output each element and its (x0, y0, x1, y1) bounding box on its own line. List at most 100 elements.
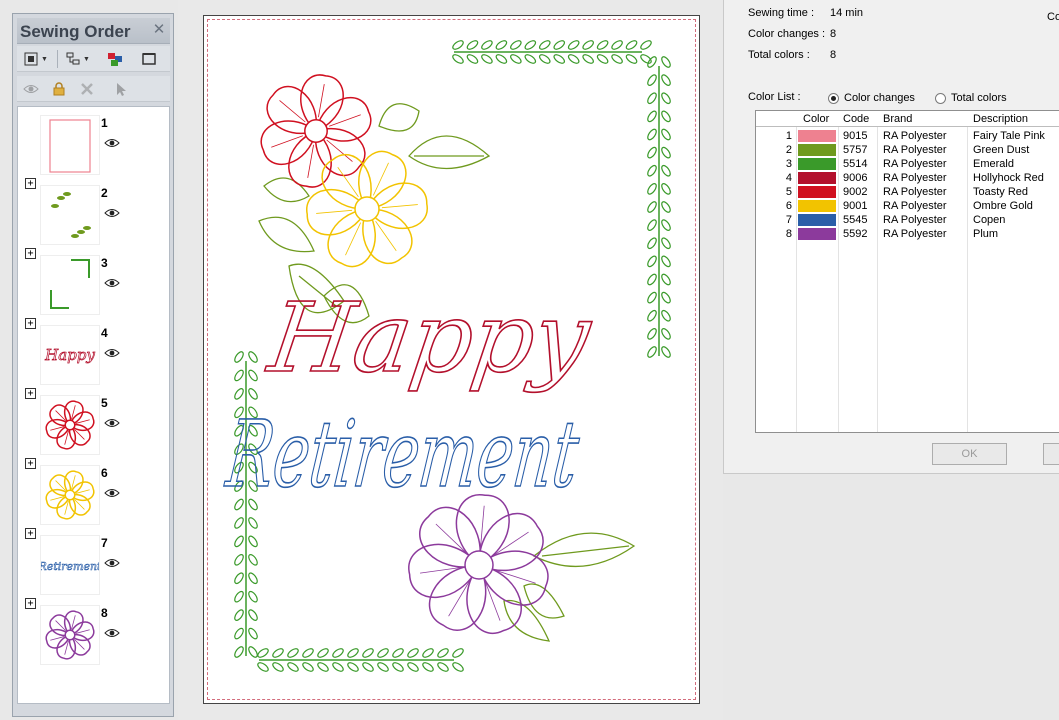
color-swatch (798, 158, 836, 170)
cell-code: 5757 (843, 144, 868, 156)
vine-leaf (647, 328, 657, 340)
eye-icon[interactable] (104, 487, 120, 499)
vine-leaf (567, 40, 580, 50)
leaf-cluster-bottom (503, 532, 636, 642)
expand-icon[interactable]: + (25, 528, 36, 539)
expand-icon[interactable]: + (25, 248, 36, 259)
color-swatch (798, 172, 836, 184)
vine-leaf (661, 183, 671, 195)
eye-icon[interactable] (104, 417, 120, 429)
color-changes-value: 8 (830, 28, 837, 40)
select-pointer-button[interactable] (113, 79, 129, 99)
eye-icon[interactable] (104, 557, 120, 569)
expand-icon[interactable]: + (25, 458, 36, 469)
table-row[interactable]: 1 9015 RA Polyester Fairy Tale Pink (756, 129, 1059, 143)
radio-indicator (828, 92, 839, 104)
header-code[interactable]: Code (843, 113, 869, 125)
sewing-time-label: Sewing time : (748, 7, 815, 19)
sequence-item[interactable]: + 8 (18, 597, 169, 667)
vine-leaf (647, 201, 657, 213)
vine-leaf (611, 40, 623, 50)
color-swatch (798, 144, 836, 156)
ok-button[interactable]: OK (932, 443, 1007, 465)
sequence-item[interactable]: + 3 (18, 247, 169, 317)
embroidery-hoop[interactable]: Happy Retirement (203, 15, 700, 704)
flower-plum (408, 494, 549, 634)
cell-brand: RA Polyester (883, 144, 947, 156)
vine-leaf (272, 662, 284, 672)
petal-vein (495, 569, 536, 584)
group-button[interactable]: ▼ (65, 49, 90, 69)
sewing-order-panel: Sewing Order ✕ ▼ ▼ 1 + 2 + 3 + Happy 4 +… (12, 13, 174, 717)
expand-icon[interactable]: + (25, 178, 36, 189)
frame-button[interactable] (141, 49, 157, 69)
expand-icon[interactable]: + (25, 318, 36, 329)
header-brand[interactable]: Brand (883, 113, 912, 125)
fit-view-button[interactable]: ▼ (23, 49, 48, 69)
expand-icon[interactable]: + (25, 388, 36, 399)
table-row[interactable]: 5 9002 RA Polyester Toasty Red (756, 185, 1059, 199)
petal-vein (316, 209, 353, 214)
table-row[interactable]: 7 5545 RA Polyester Copen (756, 213, 1059, 227)
petal-vein (329, 114, 361, 127)
vine-leaf (495, 54, 508, 64)
vine-leaf (234, 627, 244, 640)
item-thumbnail (40, 255, 100, 315)
vine-leaf (647, 92, 657, 105)
vine-leaf (510, 54, 522, 64)
vine-leaf (661, 164, 671, 177)
radio-indicator (935, 92, 946, 104)
eye-icon[interactable] (104, 207, 120, 219)
radio-color-changes[interactable]: Color changes (828, 92, 915, 104)
eye-icon[interactable] (104, 277, 120, 289)
cell-index: 6 (785, 200, 792, 212)
petal-vein (345, 222, 362, 256)
header-description[interactable]: Description (973, 113, 1028, 125)
color-sort-button[interactable] (107, 49, 123, 69)
sequence-item[interactable]: + 5 (18, 387, 169, 457)
panel-title: Sewing Order (20, 22, 131, 41)
flower-center (354, 196, 380, 222)
vine-leaf (234, 609, 244, 621)
item-number: 4 (101, 326, 108, 340)
sequence-item[interactable]: + 2 (18, 177, 169, 247)
vine-leaf (257, 662, 269, 672)
close-icon[interactable]: ✕ (151, 21, 167, 39)
table-row[interactable]: 8 5592 RA Polyester Plum (756, 227, 1059, 241)
vine-leaf (661, 146, 671, 159)
vine-leaf (625, 54, 638, 64)
cell-description: Hollyhock Red (973, 172, 1044, 184)
vine-leaf (596, 40, 609, 50)
visibility-button[interactable] (23, 79, 39, 99)
vine-leaf (647, 219, 657, 231)
eye-icon[interactable] (104, 347, 120, 359)
expand-icon[interactable]: + (25, 598, 36, 609)
eye-icon[interactable] (104, 627, 120, 639)
sequence-item[interactable]: + Happy 4 (18, 317, 169, 387)
cell-index: 5 (785, 186, 792, 198)
visibility-icon (23, 85, 39, 93)
color-list-table[interactable]: Color Code Brand Description 1 9015 RA Pol… (755, 110, 1059, 433)
table-row[interactable]: 6 9001 RA Polyester Ombre Gold (756, 199, 1059, 213)
table-row[interactable]: 3 5514 RA Polyester Emerald (756, 157, 1059, 171)
delete-button[interactable] (79, 79, 95, 99)
group-icon (66, 52, 80, 65)
header-color[interactable]: Color (803, 113, 829, 125)
item-thumbnail (40, 395, 100, 455)
color-swatch (798, 228, 836, 240)
radio-total-colors[interactable]: Total colors (935, 92, 1007, 104)
vine-leaf (317, 648, 329, 658)
sequence-item[interactable]: + Retirement 7 (18, 527, 169, 597)
cancel-button[interactable] (1043, 443, 1059, 465)
embroidery-design[interactable]: Happy Retirement (204, 16, 701, 705)
vine-leaf (661, 201, 671, 213)
vine-leaf (553, 40, 566, 50)
lock-button[interactable] (51, 79, 67, 99)
table-row[interactable]: 4 9006 RA Polyester Hollyhock Red (756, 171, 1059, 185)
vine-leaf (332, 648, 344, 658)
eye-icon[interactable] (104, 137, 120, 149)
frame-icon (142, 53, 156, 65)
sequence-item[interactable]: + 6 (18, 457, 169, 527)
sequence-item[interactable]: 1 (18, 107, 169, 177)
table-row[interactable]: 2 5757 RA Polyester Green Dust (756, 143, 1059, 157)
